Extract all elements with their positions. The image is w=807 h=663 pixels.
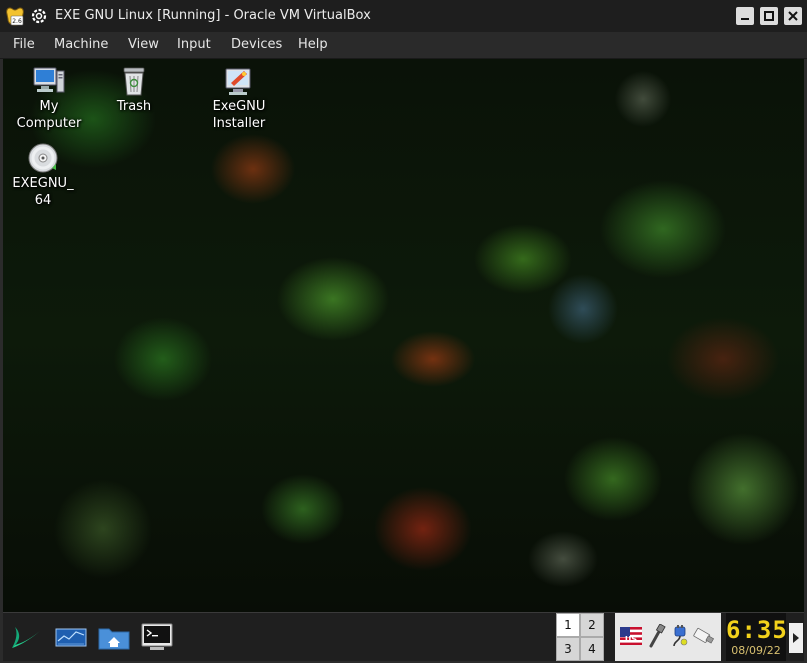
installer-icon [225,68,251,95]
desktop-icon-label: My Computer [16,99,82,131]
menu-input[interactable]: Input [177,37,211,52]
svg-text:US: US [625,635,637,644]
guest-screen[interactable]: My Computer Trash ExeGNU Installer EXEGN… [3,59,804,661]
settings-gear-icon[interactable] [31,8,47,24]
window-title: EXE GNU Linux [Running] - Oracle VM Virt… [55,8,371,23]
desktop-icon-installer[interactable]: ExeGNU Installer [199,65,279,132]
menu-devices[interactable]: Devices [231,37,282,52]
usb-status[interactable] [647,623,667,652]
minimize-button[interactable] [736,7,754,25]
desktop-icon-trash[interactable]: Trash [94,65,174,115]
us-flag-icon: US [620,627,642,645]
menu-view[interactable]: View [128,37,159,52]
home-folder-icon [98,628,130,650]
system-tray: US [615,613,721,661]
network-status[interactable] [670,625,690,651]
maximize-button[interactable] [760,7,778,25]
trash-icon [123,67,145,96]
clock-date: 08/09/22 [731,644,781,657]
desktop-icon-my-computer[interactable]: My Computer [9,65,89,132]
start-menu-button[interactable] [9,621,43,653]
cdrom-icon [28,143,58,173]
home-folder-launcher[interactable] [97,621,131,653]
computer-icon [33,67,65,93]
keyboard-layout-us[interactable]: US [620,627,642,649]
desktop-icon-label: ExeGNU Installer [212,99,266,131]
clock-time: 6:35 [726,616,788,644]
chevron-right-icon [793,633,799,643]
network-panel-launcher[interactable] [54,621,88,653]
desktop-wallpaper[interactable] [3,59,804,612]
usb-cable-icon [649,623,666,648]
network-plug-icon [673,625,688,647]
desktop-icon-label: Trash [116,99,152,114]
menu-machine[interactable]: Machine [54,37,108,52]
workspace-2[interactable]: 2 [581,614,603,636]
workspace-3[interactable]: 3 [557,638,579,660]
workspace-4[interactable]: 4 [581,638,603,660]
menu-bar: File Machine View Input Devices Help [0,32,807,59]
virtualbox-app-icon[interactable]: 2.6 [4,5,26,27]
window-titlebar[interactable]: 2.6 EXE GNU Linux [Running] - Oracle VM … [0,0,807,32]
network-panel-icon [55,628,87,647]
close-button[interactable] [784,7,802,25]
start-menu-icon [12,627,40,648]
workspace-1[interactable]: 1 [557,614,579,636]
menu-help[interactable]: Help [298,37,328,52]
app-version-badge: 2.6 [12,18,22,25]
workspace-pager: 1 2 3 4 [556,613,604,661]
taskbar-clock[interactable]: 6:35 08/09/22 [726,613,788,661]
terminal-icon [141,623,173,650]
menu-file[interactable]: File [13,37,35,52]
taskbar-scroll-right-button[interactable] [789,623,803,653]
minimize-icon [741,18,749,20]
removable-drive-status[interactable] [693,626,715,650]
terminal-launcher[interactable] [140,621,174,653]
usb-drive-icon [693,628,715,644]
guest-taskbar: 1 2 3 4 US 6:35 08/09/22 [3,612,804,661]
close-icon [788,11,798,21]
maximize-icon [764,11,774,21]
desktop-icon-exegnu-64[interactable]: EXEGNU_ 64 [3,142,83,209]
desktop-icon-label: EXEGNU_ 64 [12,176,74,208]
